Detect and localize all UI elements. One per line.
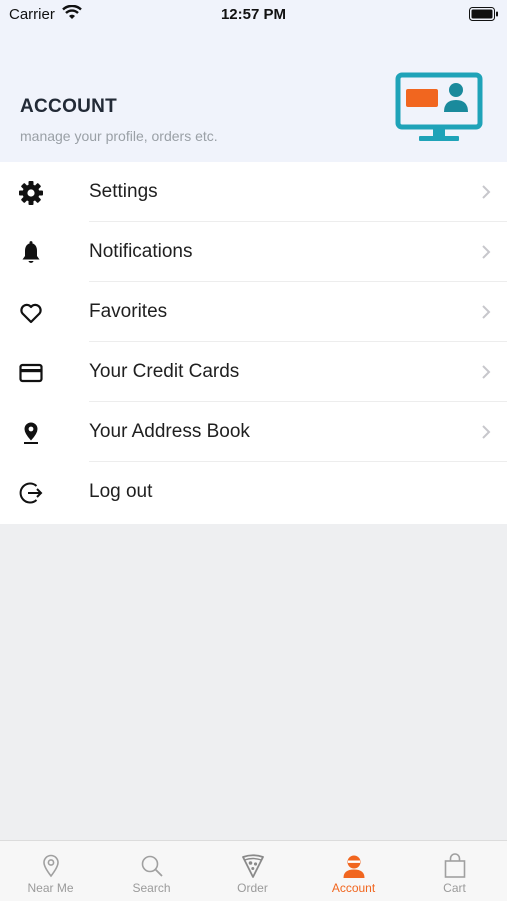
computer-profile-icon xyxy=(393,72,485,149)
menu-item-label: Your Address Book xyxy=(89,421,250,442)
menu-item-credit-cards[interactable]: Your Credit Cards xyxy=(0,342,507,402)
page-title: ACCOUNT xyxy=(20,96,118,117)
tab-account[interactable]: Account xyxy=(303,841,404,901)
tab-label: Cart xyxy=(443,881,466,895)
location-pin-icon xyxy=(43,854,59,878)
shopping-bag-icon xyxy=(444,853,466,878)
search-icon xyxy=(141,855,163,877)
tab-label: Order xyxy=(237,881,268,895)
menu-item-settings[interactable]: Settings xyxy=(0,162,507,222)
chevron-right-icon xyxy=(481,364,491,385)
location-pin-icon xyxy=(18,420,44,446)
menu-item-label: Your Credit Cards xyxy=(89,361,240,382)
menu-item-label: Favorites xyxy=(89,301,168,322)
tab-label: Near Me xyxy=(27,881,74,895)
menu-item-notifications[interactable]: Notifications xyxy=(0,222,507,282)
logout-icon xyxy=(18,480,44,506)
chevron-right-icon xyxy=(481,304,491,325)
heart-icon xyxy=(18,300,44,326)
tab-label: Search xyxy=(132,881,171,895)
tab-label: Account xyxy=(331,881,376,895)
page-subtitle: manage your profile, orders etc. xyxy=(20,128,218,144)
chevron-right-icon xyxy=(481,184,491,205)
menu-item-label: Log out xyxy=(89,481,153,502)
tab-near-me[interactable]: Near Me xyxy=(0,841,101,901)
tab-cart[interactable]: Cart xyxy=(404,841,505,901)
account-header: ACCOUNT manage your profile, orders etc. xyxy=(0,28,507,162)
gear-icon xyxy=(18,180,44,206)
clock: 12:57 PM xyxy=(220,6,287,23)
account-menu: Settings Notifications Favorites Your Cr… xyxy=(0,162,507,524)
chevron-right-icon xyxy=(481,244,491,265)
status-bar: Carrier 12:57 PM xyxy=(0,0,507,28)
user-icon xyxy=(343,855,365,878)
pizza-icon xyxy=(242,854,264,878)
credit-card-icon xyxy=(18,360,44,386)
menu-item-address-book[interactable]: Your Address Book xyxy=(0,402,507,462)
bell-icon xyxy=(18,240,44,266)
battery-icon xyxy=(469,7,499,26)
tab-search[interactable]: Search xyxy=(101,841,202,901)
tab-bar: Near Me Search Order Account Cart xyxy=(0,840,507,901)
chevron-right-icon xyxy=(481,424,491,445)
menu-item-label: Notifications xyxy=(89,241,193,262)
tab-order[interactable]: Order xyxy=(202,841,303,901)
menu-item-logout[interactable]: Log out xyxy=(0,462,507,522)
menu-item-label: Settings xyxy=(89,181,158,202)
menu-item-favorites[interactable]: Favorites xyxy=(0,282,507,342)
